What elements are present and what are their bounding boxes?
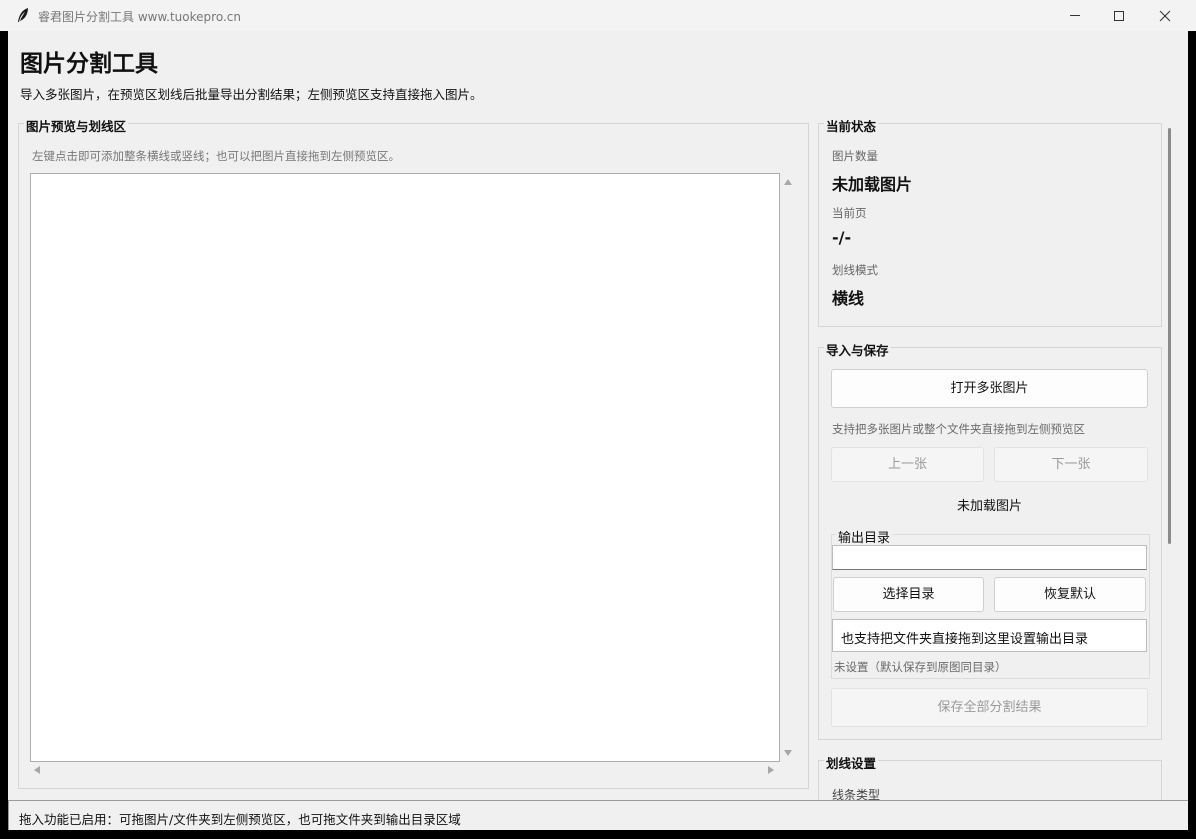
minimize-icon	[1070, 15, 1080, 16]
reset-dir-button[interactable]: 恢复默认	[994, 577, 1146, 612]
scroll-arrows-icon	[784, 179, 792, 756]
next-image-label: 下一张	[1051, 457, 1091, 472]
drop-zone-hint: 也支持把文件夹直接拖到这里设置输出目录	[841, 632, 1089, 647]
drag-hint: 支持把多张图片或整个文件夹直接拖到左侧预览区	[832, 422, 1085, 436]
right-panel-scrollbar[interactable]	[1168, 128, 1171, 544]
scroll-arrows-horizontal-icon	[34, 766, 774, 774]
preview-canvas[interactable]	[30, 173, 780, 762]
line-mode-value: 横线	[832, 289, 865, 308]
close-button[interactable]	[1142, 0, 1188, 31]
preview-vertical-scrollbar[interactable]	[780, 173, 796, 761]
page-subtitle: 导入多张图片，在预览区划线后批量导出分割结果；左侧预览区支持直接拖入图片。	[20, 87, 483, 102]
load-status-text: 未加载图片	[956, 499, 1022, 514]
line-type-label: 线条类型	[832, 788, 881, 800]
window-frame-right	[1188, 31, 1196, 839]
title-bar: 睿君图片分割工具 www.tuokepro.cn	[0, 0, 1196, 31]
minimize-button[interactable]	[1052, 0, 1098, 31]
save-all-label: 保存全部分割结果	[937, 700, 1042, 715]
output-dir-drop-zone[interactable]: 也支持把文件夹直接拖到这里设置输出目录	[832, 619, 1147, 652]
current-page-label: 当前页	[832, 206, 867, 220]
preview-group-title: 图片预览与划线区	[24, 116, 129, 135]
open-images-label: 打开多张图片	[950, 381, 1029, 396]
feather-icon	[18, 8, 28, 22]
save-all-button[interactable]: 保存全部分割结果	[831, 688, 1148, 727]
current-page-value: -/-	[832, 228, 852, 247]
line-settings-title: 划线设置	[824, 753, 879, 772]
choose-dir-button[interactable]: 选择目录	[833, 577, 984, 612]
status-group-title: 当前状态	[824, 116, 879, 135]
line-type-label-clip: 线条类型	[832, 786, 932, 800]
app-window: 睿君图片分割工具 www.tuokepro.cn 图片分割工具 导入多张图片，在…	[0, 0, 1196, 839]
preview-hint: 左键点击即可添加整条横线或竖线；也可以把图片直接拖到左侧预览区。	[32, 149, 400, 163]
window-frame-bottom	[0, 830, 1196, 839]
status-bar: 拖入功能已启用：可拖图片/文件夹到左侧预览区，也可拖文件夹到输出目录区域	[8, 800, 1188, 830]
close-icon	[1159, 10, 1171, 22]
status-bar-text: 拖入功能已启用：可拖图片/文件夹到左侧预览区，也可拖文件夹到输出目录区域	[19, 812, 461, 827]
reset-dir-label: 恢复默认	[1043, 587, 1096, 602]
choose-dir-label: 选择目录	[882, 587, 935, 602]
image-count-label: 图片数量	[832, 149, 878, 163]
line-mode-label: 划线模式	[832, 263, 878, 277]
output-dir-input[interactable]	[832, 545, 1147, 570]
import-save-group-title: 导入与保存	[824, 340, 891, 359]
maximize-button[interactable]	[1096, 0, 1142, 31]
window-title: 睿君图片分割工具 www.tuokepro.cn	[38, 10, 241, 24]
open-images-button[interactable]: 打开多张图片	[831, 369, 1148, 408]
page-title: 图片分割工具	[20, 51, 158, 77]
next-image-button[interactable]: 下一张	[994, 447, 1148, 482]
maximize-icon	[1114, 11, 1124, 21]
image-count-value: 未加载图片	[832, 175, 913, 194]
dir-status-text: 未设置（默认保存到原图同目录）	[834, 660, 1007, 674]
output-dir-title: 输出目录	[836, 527, 893, 546]
window-frame-left	[0, 31, 8, 839]
preview-horizontal-scrollbar[interactable]	[30, 762, 780, 778]
prev-image-button[interactable]: 上一张	[831, 447, 984, 482]
prev-image-label: 上一张	[887, 457, 927, 472]
